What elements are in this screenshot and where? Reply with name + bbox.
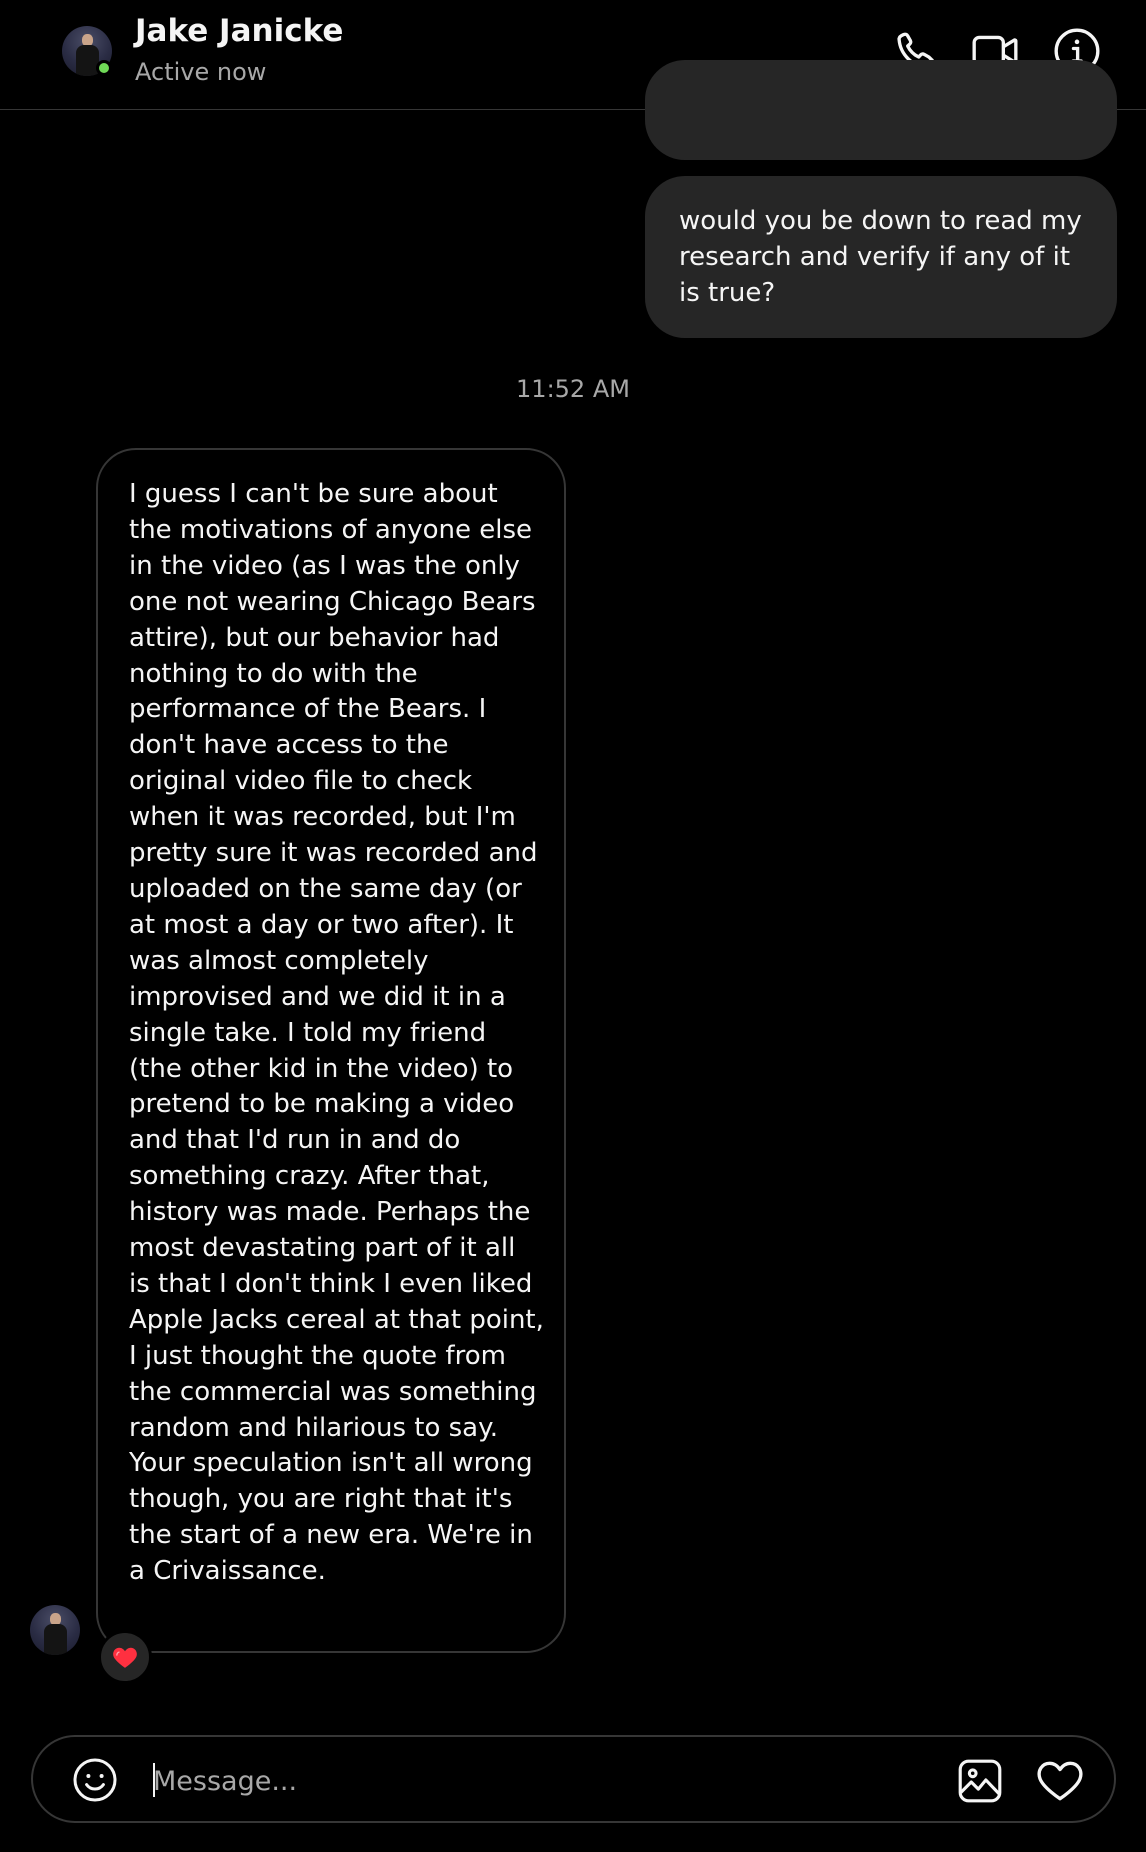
heart-icon[interactable] <box>1035 1756 1085 1806</box>
incoming-message-bubble[interactable]: I guess I can't be sure about the motiva… <box>96 448 566 1653</box>
heart-reaction[interactable] <box>98 1630 152 1684</box>
sender-avatar[interactable] <box>30 1605 80 1655</box>
outgoing-message-bubble[interactable]: would you be down to read my research an… <box>645 176 1117 338</box>
contact-avatar[interactable] <box>62 26 112 76</box>
message-composer <box>31 1735 1116 1823</box>
message-input[interactable] <box>151 1755 835 1807</box>
avatar-image <box>30 1605 80 1655</box>
red-heart-icon <box>113 1647 137 1668</box>
outgoing-message-bubble[interactable] <box>645 60 1117 160</box>
text-cursor <box>153 1763 155 1797</box>
message-timestamp: 11:52 AM <box>516 375 630 403</box>
image-icon[interactable] <box>955 1756 1005 1806</box>
active-status-dot <box>96 60 112 76</box>
contact-status: Active now <box>135 58 267 86</box>
contact-name[interactable]: Jake Janicke <box>135 13 343 49</box>
chat-window: Jake Janicke Active now would you be dow… <box>0 0 1146 1852</box>
emoji-icon[interactable] <box>71 1756 119 1804</box>
